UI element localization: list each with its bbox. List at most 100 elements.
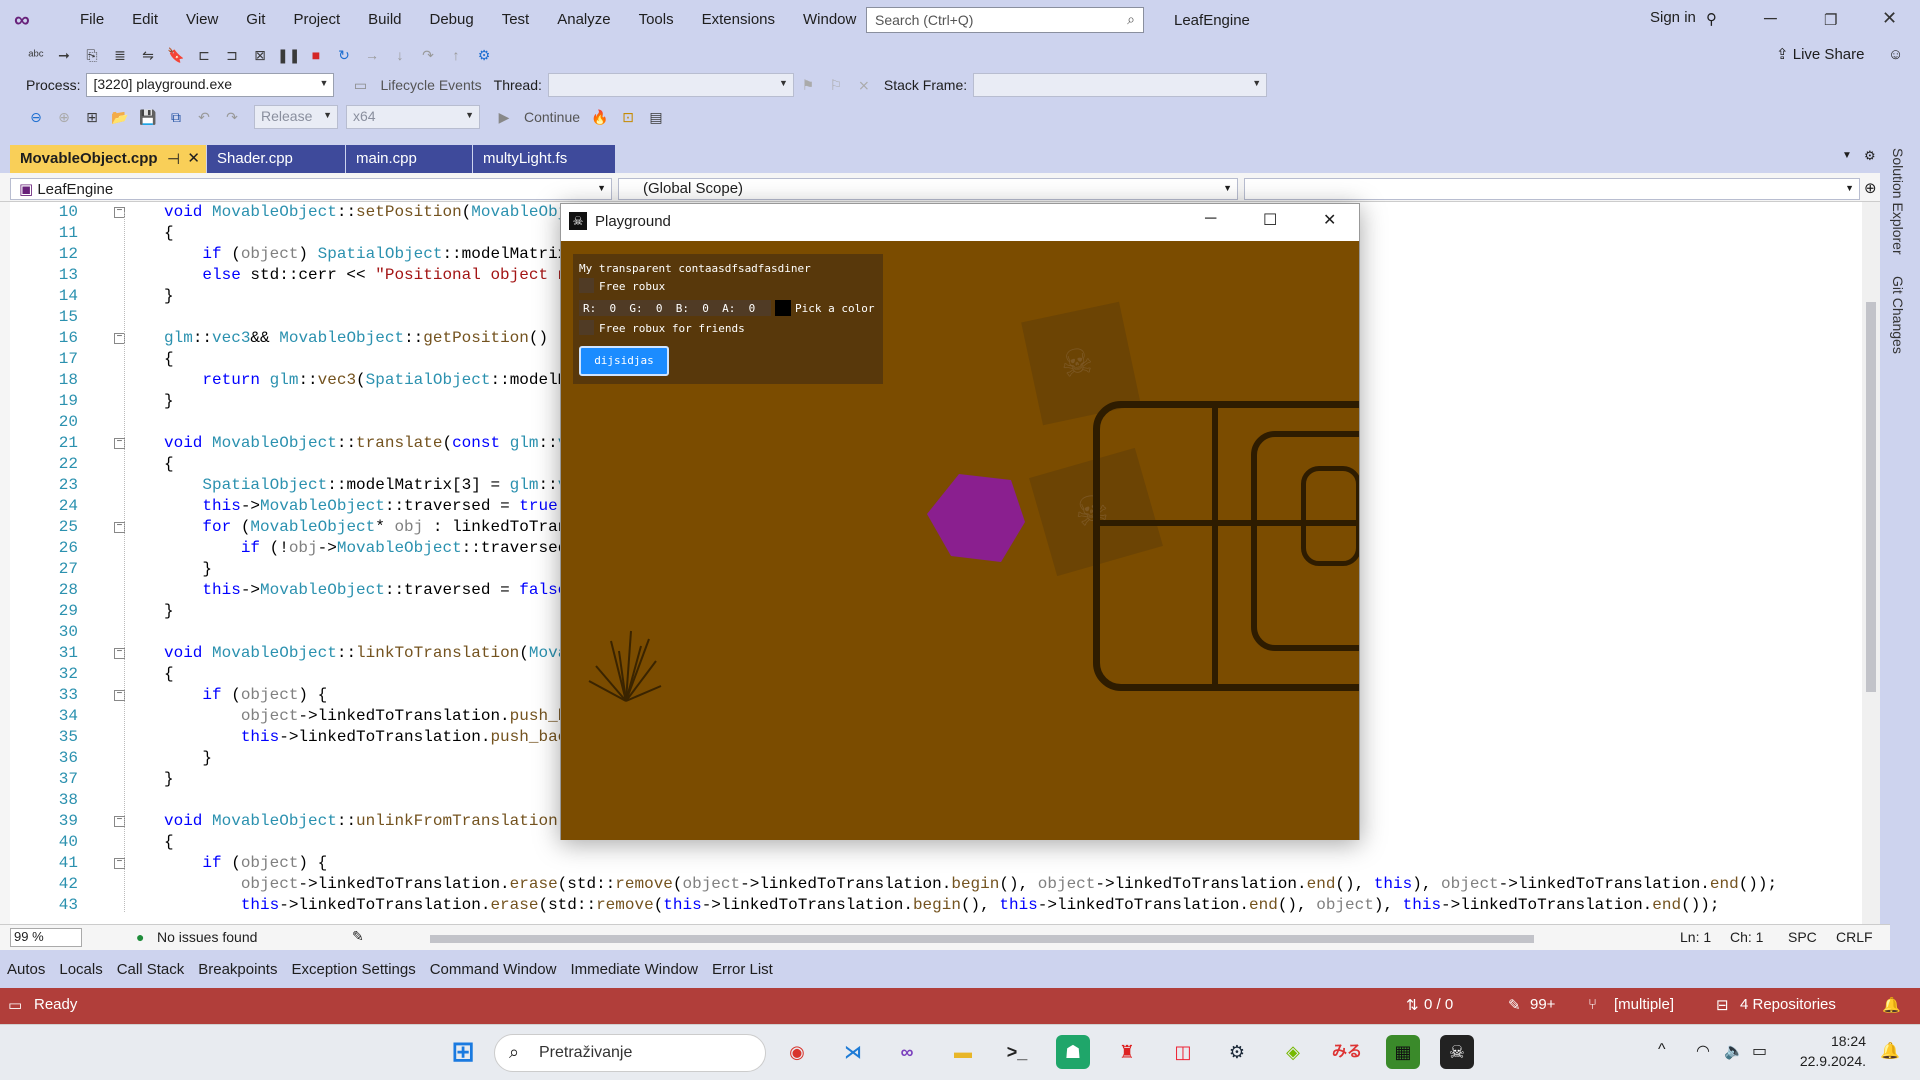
- output-icon[interactable]: ▭: [8, 996, 22, 1014]
- spacing-mode[interactable]: SPC: [1788, 929, 1817, 945]
- tab-movableobject[interactable]: MovableObject.cpp ⊣ ✕: [10, 145, 206, 173]
- menu-tools[interactable]: Tools: [625, 0, 688, 40]
- break-all-icon[interactable]: ❚❚: [277, 44, 300, 66]
- brush-icon[interactable]: ✎: [352, 928, 364, 945]
- redo-icon[interactable]: ↷: [221, 106, 243, 128]
- play-icon[interactable]: ▶: [493, 106, 515, 128]
- hot-reload-icon[interactable]: ⚙: [473, 44, 495, 66]
- save-icon[interactable]: 💾: [137, 106, 159, 128]
- account-icon[interactable]: ⚲: [1706, 10, 1717, 28]
- battery-icon[interactable]: ▭: [1752, 1041, 1767, 1061]
- tab-shader[interactable]: Shader.cpp: [207, 145, 345, 173]
- steam-icon[interactable]: ⚙: [1220, 1035, 1254, 1069]
- imgui-panel[interactable]: My transparent contaasdfsadfasdiner Free…: [573, 254, 883, 384]
- comment-icon[interactable]: ≣: [109, 44, 131, 66]
- scroll-thumb[interactable]: [1866, 302, 1876, 692]
- feedback-icon[interactable]: ☺: [1888, 46, 1903, 63]
- clock-date[interactable]: 22.9.2024.: [1790, 1053, 1866, 1069]
- restore-icon[interactable]: ❐: [1824, 11, 1837, 29]
- imgui-button[interactable]: dijsidjas: [579, 346, 669, 376]
- settings-gear-icon[interactable]: ⚙: [1864, 148, 1876, 164]
- vscode-icon[interactable]: ⋊: [836, 1035, 870, 1069]
- save-all-icon[interactable]: ⧉: [165, 106, 187, 128]
- flag-all-icon[interactable]: ⚐: [825, 74, 847, 96]
- app-icon-green[interactable]: ☗: [1056, 1035, 1090, 1069]
- tab-immediate-window[interactable]: Immediate Window: [563, 961, 705, 978]
- repositories[interactable]: 4 Repositories: [1740, 996, 1836, 1013]
- continue-button[interactable]: Continue: [524, 109, 580, 125]
- show-next-icon[interactable]: →: [361, 44, 383, 66]
- solution-explorer-tab[interactable]: Solution Explorer: [1890, 148, 1906, 255]
- menu-extensions[interactable]: Extensions: [688, 0, 789, 40]
- project-select[interactable]: ▣ LeafEngine ▼: [10, 178, 612, 200]
- switch-icon[interactable]: ◫: [1166, 1035, 1200, 1069]
- tab-error-list[interactable]: Error List: [705, 961, 780, 978]
- chrome-icon[interactable]: ◉: [780, 1035, 814, 1069]
- tab-main[interactable]: main.cpp: [346, 145, 472, 173]
- menu-window[interactable]: Window: [789, 0, 870, 40]
- new-project-icon[interactable]: ⊞: [81, 106, 103, 128]
- issues-text[interactable]: No issues found: [157, 929, 257, 945]
- pending-changes[interactable]: 99+: [1530, 996, 1555, 1013]
- wifi-icon[interactable]: ◠: [1696, 1041, 1710, 1061]
- member-select[interactable]: ▼: [1244, 178, 1860, 200]
- layout-icon[interactable]: ▤: [645, 106, 667, 128]
- tab-call-stack[interactable]: Call Stack: [110, 961, 192, 978]
- lifecycle-icon[interactable]: ▭: [349, 74, 371, 96]
- close-icon[interactable]: ✕: [1882, 8, 1897, 29]
- search-box[interactable]: Search (Ctrl+Q) ⌕: [866, 7, 1144, 33]
- clear-bookmarks-icon[interactable]: ⊠: [249, 44, 271, 66]
- menu-analyze[interactable]: Analyze: [543, 0, 624, 40]
- prev-bookmark-icon[interactable]: ⊏: [193, 44, 215, 66]
- nvidia-icon[interactable]: ◈: [1276, 1035, 1310, 1069]
- bookmark-icon[interactable]: 🔖: [165, 44, 187, 66]
- step-into-icon[interactable]: ↓: [389, 44, 411, 66]
- editor-vertical-scrollbar[interactable]: [1862, 202, 1880, 924]
- playground-minimize-icon[interactable]: ─: [1205, 210, 1216, 228]
- clock-time[interactable]: 18:24: [1800, 1033, 1866, 1049]
- undo-icon[interactable]: ↶: [193, 106, 215, 128]
- playground-close-icon[interactable]: ✕: [1323, 210, 1336, 230]
- checkbox-free-robux-friends[interactable]: [579, 320, 594, 335]
- terminal-icon[interactable]: >_: [1000, 1035, 1034, 1069]
- git-changes-tab[interactable]: Git Changes: [1890, 276, 1906, 354]
- menu-debug[interactable]: Debug: [416, 0, 488, 40]
- tab-locals[interactable]: Locals: [52, 961, 109, 978]
- checkbox-free-robux[interactable]: [579, 278, 594, 293]
- live-share-link[interactable]: ⇪ Live Share: [1776, 45, 1864, 63]
- show-next-statement-icon[interactable]: ➞: [53, 44, 75, 66]
- step-over-icon[interactable]: ↷: [417, 44, 439, 66]
- open-icon[interactable]: 📂: [109, 106, 131, 128]
- sign-in-link[interactable]: Sign in: [1650, 9, 1696, 26]
- notification-bell-icon[interactable]: 🔔: [1882, 996, 1901, 1014]
- stop-icon[interactable]: ■: [305, 44, 327, 66]
- close-tab-icon[interactable]: ✕: [187, 149, 200, 167]
- file-explorer-icon[interactable]: ▬: [946, 1035, 980, 1069]
- pin-icon[interactable]: ⊣: [167, 150, 180, 168]
- process-select[interactable]: [3220] playground.exe ▼: [86, 73, 335, 97]
- playground-maximize-icon[interactable]: ☐: [1263, 210, 1277, 230]
- next-bookmark-icon[interactable]: ⊐: [221, 44, 243, 66]
- char-number[interactable]: Ch: 1: [1730, 929, 1763, 945]
- tab-autos[interactable]: Autos: [0, 961, 52, 978]
- tab-overflow-icon[interactable]: ▼: [1842, 150, 1852, 161]
- configuration-select[interactable]: Release ▼: [254, 105, 338, 129]
- line-number[interactable]: Ln: 1: [1680, 929, 1711, 945]
- menu-test[interactable]: Test: [488, 0, 544, 40]
- changes-count[interactable]: 0 / 0: [1424, 996, 1453, 1013]
- split-window-icon[interactable]: ⊕: [1864, 179, 1877, 197]
- visual-studio-icon[interactable]: ∞: [890, 1035, 924, 1069]
- browse-icon[interactable]: ⊡: [617, 106, 639, 128]
- lifecycle-events[interactable]: Lifecycle Events: [380, 77, 481, 93]
- platform-select[interactable]: x64 ▼: [346, 105, 480, 129]
- miru-icon[interactable]: みる: [1330, 1035, 1364, 1069]
- menu-view[interactable]: View: [172, 0, 232, 40]
- menu-edit[interactable]: Edit: [118, 0, 172, 40]
- tab-multylight[interactable]: multyLight.fs: [473, 145, 615, 173]
- navigate-back-icon[interactable]: ⊖: [25, 106, 47, 128]
- flag-thread-icon[interactable]: ⚑: [797, 74, 819, 96]
- menu-git[interactable]: Git: [232, 0, 279, 40]
- notification-icon[interactable]: 🔔: [1880, 1041, 1900, 1061]
- spellcheck-icon[interactable]: ᵃᵇᶜ: [25, 44, 47, 66]
- tab-command-window[interactable]: Command Window: [423, 961, 564, 978]
